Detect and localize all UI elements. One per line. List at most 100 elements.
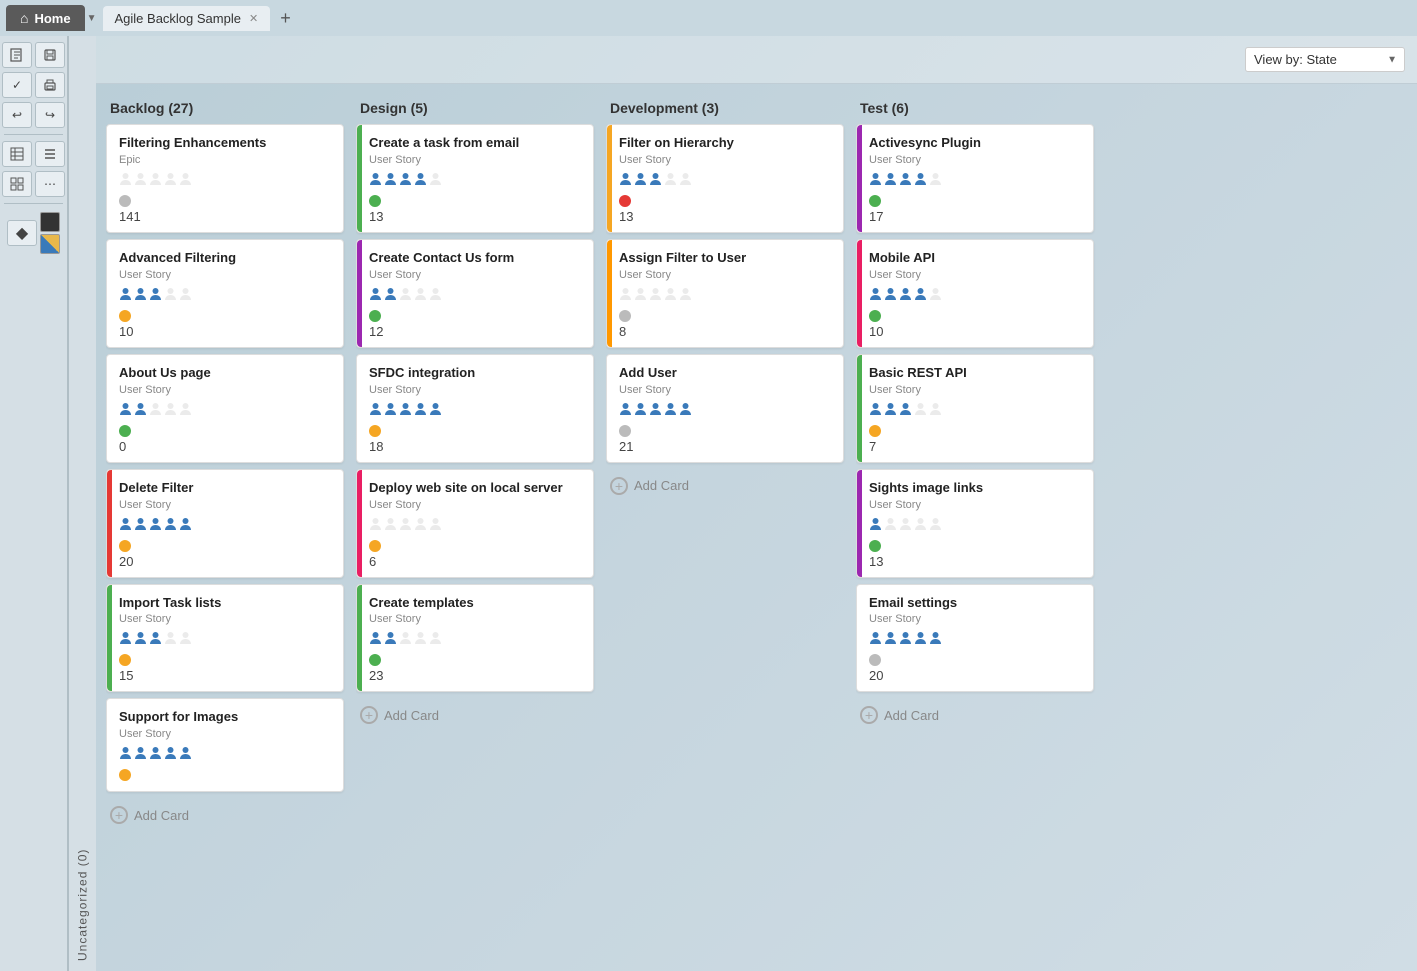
card-title: Filtering Enhancements — [119, 135, 331, 152]
table-view-button[interactable] — [2, 141, 32, 167]
card[interactable]: Create templatesUser Story23 — [356, 584, 594, 693]
avatar-icon — [619, 172, 632, 189]
card[interactable]: Mobile APIUser Story10 — [856, 239, 1094, 348]
add-tab-button[interactable]: + — [272, 6, 299, 31]
card[interactable]: Delete FilterUser Story20 — [106, 469, 344, 578]
card-status — [869, 195, 1081, 207]
column-design: Design (5)Create a task from emailUser S… — [356, 94, 596, 961]
status-dot — [119, 310, 131, 322]
color-tool-button[interactable]: ◆ — [7, 220, 37, 246]
avatar-icon — [869, 172, 882, 189]
avatar-icon — [619, 287, 632, 304]
avatar-icon — [664, 287, 677, 304]
avatar-icon — [399, 517, 412, 534]
card-number: 12 — [369, 324, 581, 339]
toolbar-row-1 — [2, 42, 65, 68]
card-border-indicator — [357, 355, 362, 462]
avatar-icon — [884, 287, 897, 304]
card[interactable]: Import Task listsUser Story15 — [106, 584, 344, 693]
card-title: Activesync Plugin — [869, 135, 1081, 152]
card[interactable]: Add UserUser Story21 — [606, 354, 844, 463]
card[interactable]: Create Contact Us formUser Story12 — [356, 239, 594, 348]
board-area: View by: State ▼ Backlog (27)Filtering E… — [96, 36, 1417, 971]
card-border-indicator — [607, 125, 612, 232]
redo-button[interactable]: ↪ — [35, 102, 65, 128]
view-select[interactable]: View by: State — [1245, 47, 1405, 72]
card[interactable]: SFDC integrationUser Story18 — [356, 354, 594, 463]
plus-circle-icon: + — [860, 706, 878, 724]
card-avatars — [119, 287, 331, 304]
toolbar-row-2: ✓ — [2, 72, 65, 98]
card[interactable]: Create a task from emailUser Story13 — [356, 124, 594, 233]
card[interactable]: Deploy web site on local serverUser Stor… — [356, 469, 594, 578]
avatar-icon — [399, 287, 412, 304]
color-swatch-multi[interactable] — [40, 234, 60, 254]
new-button[interactable] — [2, 42, 32, 68]
toolbar-separator-2 — [4, 203, 63, 204]
card[interactable]: About Us pageUser Story0 — [106, 354, 344, 463]
tab-home[interactable]: ⌂ Home — [6, 5, 85, 31]
card-status — [869, 310, 1081, 322]
card[interactable]: Advanced FilteringUser Story10 — [106, 239, 344, 348]
add-card-button[interactable]: +Add Card — [856, 698, 1094, 732]
avatar-icon — [369, 287, 382, 304]
avatar-icon — [869, 517, 882, 534]
card-title: About Us page — [119, 365, 331, 382]
card[interactable]: Activesync PluginUser Story17 — [856, 124, 1094, 233]
card[interactable]: Sights image linksUser Story13 — [856, 469, 1094, 578]
add-card-button[interactable]: +Add Card — [106, 798, 344, 832]
avatar-icon — [179, 746, 192, 763]
card-avatars — [869, 287, 1081, 304]
card-status — [369, 540, 581, 552]
card[interactable]: Filter on HierarchyUser Story13 — [606, 124, 844, 233]
avatar-icon — [899, 402, 912, 419]
column-cards-test: Activesync PluginUser Story17Mobile APIU… — [856, 124, 1096, 732]
card-border-indicator — [857, 355, 862, 462]
card-status — [119, 769, 331, 781]
avatar-icon — [929, 631, 942, 648]
card-status — [369, 195, 581, 207]
avatar-icon — [899, 631, 912, 648]
board-view-button[interactable] — [2, 171, 32, 197]
add-card-button[interactable]: +Add Card — [606, 469, 844, 503]
print-button[interactable] — [35, 72, 65, 98]
card-title: Mobile API — [869, 250, 1081, 267]
color-swatch-black[interactable] — [40, 212, 60, 232]
card[interactable]: Filtering EnhancementsEpic141 — [106, 124, 344, 233]
list-view-button[interactable] — [35, 141, 65, 167]
add-card-button[interactable]: +Add Card — [356, 698, 594, 732]
uncategorized-text: Uncategorized (0) — [76, 849, 90, 961]
card[interactable]: Email settingsUser Story20 — [856, 584, 1094, 693]
plus-circle-icon: + — [360, 706, 378, 724]
card[interactable]: Assign Filter to UserUser Story8 — [606, 239, 844, 348]
status-dot — [619, 425, 631, 437]
avatar-icon — [134, 746, 147, 763]
card-border-indicator — [107, 125, 112, 232]
card-type: User Story — [869, 613, 1081, 625]
avatar-icon — [884, 631, 897, 648]
card-border-indicator — [857, 585, 862, 692]
status-dot — [119, 654, 131, 666]
avatar-icon — [149, 172, 162, 189]
status-dot — [869, 540, 881, 552]
avatar-icon — [179, 172, 192, 189]
card-status — [119, 425, 331, 437]
card-type: User Story — [619, 384, 831, 396]
column-header-test: Test (6) — [856, 94, 1096, 124]
dots-button[interactable]: ⋯ — [35, 171, 65, 197]
tab-page[interactable]: Agile Backlog Sample ✕ — [103, 6, 271, 31]
main-layout: ✓ ↩ ↪ ⋯ ◆ — [0, 36, 1417, 971]
column-development: Development (3)Filter on HierarchyUser S… — [606, 94, 846, 961]
column-header-development: Development (3) — [606, 94, 846, 124]
card-border-indicator — [107, 355, 112, 462]
save-button[interactable] — [35, 42, 65, 68]
undo-button[interactable]: ↩ — [2, 102, 32, 128]
avatar-icon — [869, 402, 882, 419]
card[interactable]: Basic REST APIUser Story7 — [856, 354, 1094, 463]
close-tab-button[interactable]: ✕ — [249, 12, 258, 25]
card-number: 17 — [869, 209, 1081, 224]
check-button[interactable]: ✓ — [2, 72, 32, 98]
card[interactable]: Support for ImagesUser Story — [106, 698, 344, 792]
avatar-icon — [384, 631, 397, 648]
card-number: 7 — [869, 439, 1081, 454]
